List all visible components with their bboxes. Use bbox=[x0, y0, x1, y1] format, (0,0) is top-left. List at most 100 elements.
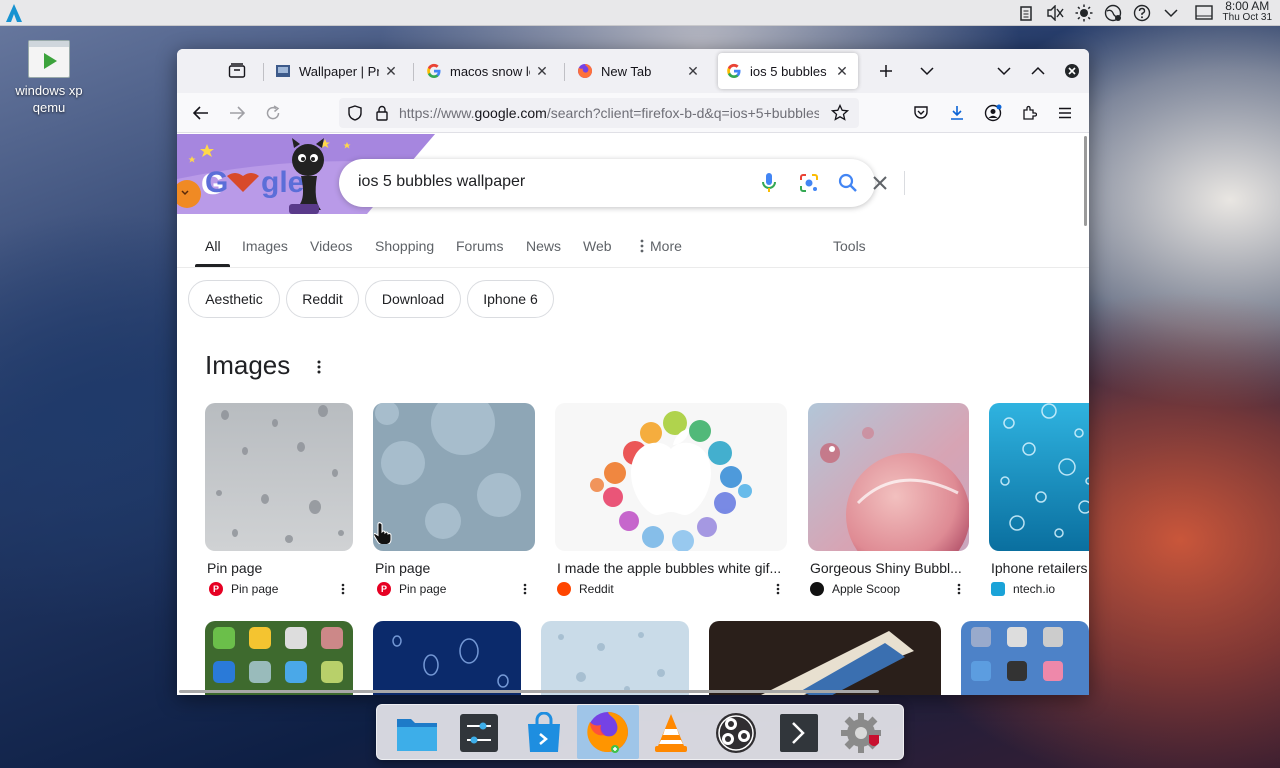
maximize-button[interactable] bbox=[1026, 59, 1050, 83]
extensions-icon[interactable] bbox=[1017, 101, 1041, 125]
network-icon[interactable] bbox=[1103, 3, 1123, 23]
downloads-icon[interactable] bbox=[945, 101, 969, 125]
tab-shopping[interactable]: Shopping bbox=[375, 238, 434, 254]
search-box[interactable]: ios 5 bubbles wallpaper bbox=[339, 159, 905, 207]
tab-more-label: More bbox=[650, 238, 682, 254]
google-results-page: G G gle ios 5 bubbles wallpaper All Imag… bbox=[177, 134, 1089, 695]
image-result-thumbnail[interactable] bbox=[989, 403, 1089, 551]
images-section-title: Images bbox=[205, 350, 291, 380]
settings-gear-icon[interactable] bbox=[837, 709, 885, 757]
image-result-source[interactable]: ntech.io bbox=[991, 582, 1055, 596]
tab-videos[interactable]: Videos bbox=[310, 238, 353, 254]
window-icon[interactable] bbox=[1194, 3, 1214, 23]
more-vert-icon[interactable] bbox=[338, 580, 348, 598]
more-vert-icon[interactable] bbox=[520, 580, 530, 598]
image-result-source[interactable]: Reddit bbox=[557, 582, 614, 596]
image-result-thumbnail[interactable] bbox=[709, 621, 941, 695]
firefox-view-icon[interactable] bbox=[225, 59, 249, 83]
close-tab-icon[interactable]: ✕ bbox=[834, 63, 850, 80]
new-tab-button[interactable] bbox=[874, 59, 898, 83]
image-result-thumbnail[interactable] bbox=[373, 403, 535, 551]
image-result-title[interactable]: Iphone retailers bbox=[991, 560, 1089, 576]
tab-tools[interactable]: Tools bbox=[833, 238, 866, 254]
image-result-thumbnail[interactable] bbox=[541, 621, 689, 695]
firefox-icon[interactable] bbox=[577, 705, 639, 759]
search-query[interactable]: ios 5 bubbles wallpaper bbox=[358, 173, 525, 191]
bookmark-star-icon[interactable] bbox=[830, 103, 850, 127]
vertical-scrollbar[interactable] bbox=[1083, 134, 1089, 695]
image-result-source[interactable]: P Pin page bbox=[377, 582, 446, 596]
tab-new-tab[interactable]: New Tab ✕ bbox=[569, 53, 709, 89]
more-vert-icon[interactable] bbox=[773, 580, 783, 598]
tracking-protection-icon[interactable] bbox=[347, 105, 363, 126]
hamburger-menu-icon[interactable] bbox=[1053, 101, 1077, 125]
tab-images[interactable]: Images bbox=[242, 238, 288, 254]
tab-more[interactable]: More bbox=[640, 238, 682, 254]
account-icon[interactable] bbox=[981, 101, 1005, 125]
forward-button[interactable] bbox=[225, 101, 249, 125]
clear-search-icon[interactable] bbox=[868, 171, 892, 195]
horizontal-scrollbar[interactable] bbox=[179, 690, 879, 693]
reload-button[interactable] bbox=[261, 101, 285, 125]
volume-muted-icon[interactable] bbox=[1045, 3, 1065, 23]
image-result-thumbnail[interactable] bbox=[808, 403, 969, 551]
close-tab-icon[interactable]: ✕ bbox=[685, 63, 701, 80]
more-vert-icon[interactable] bbox=[954, 580, 964, 598]
clipboard-icon[interactable] bbox=[1016, 3, 1036, 23]
image-result-source[interactable]: Apple Scoop bbox=[810, 582, 900, 596]
help-icon[interactable] bbox=[1132, 3, 1152, 23]
desktop-icon-label-line2: qemu bbox=[32, 100, 66, 115]
chevron-down-icon[interactable] bbox=[1161, 3, 1181, 23]
tab-title: New Tab bbox=[601, 63, 652, 79]
chip-reddit[interactable]: Reddit bbox=[286, 280, 359, 318]
ntech-icon bbox=[991, 582, 1005, 596]
obs-icon[interactable] bbox=[712, 709, 760, 757]
file-manager-icon[interactable] bbox=[393, 709, 441, 757]
tab-macos-snow[interactable]: macos snow le ✕ bbox=[418, 53, 558, 89]
address-bar[interactable]: https://www.google.com/search?client=fir… bbox=[339, 98, 859, 128]
image-result-title[interactable]: I made the apple bubbles white gif... bbox=[557, 560, 787, 576]
list-all-tabs-button[interactable] bbox=[915, 59, 939, 83]
brightness-icon[interactable] bbox=[1074, 3, 1094, 23]
clock-time: 8:00 AM bbox=[1225, 0, 1270, 13]
image-result-thumbnail[interactable] bbox=[373, 621, 521, 695]
voice-search-icon[interactable] bbox=[757, 171, 781, 195]
tab-title: ios 5 bubbles w bbox=[750, 63, 830, 79]
app-store-icon[interactable] bbox=[520, 709, 568, 757]
close-tab-icon[interactable]: ✕ bbox=[534, 63, 550, 80]
chip-iphone-6[interactable]: Iphone 6 bbox=[467, 280, 554, 318]
terminal-icon[interactable] bbox=[775, 709, 823, 757]
system-settings-icon[interactable] bbox=[455, 709, 503, 757]
vlc-icon[interactable] bbox=[647, 709, 695, 757]
close-window-button[interactable] bbox=[1060, 59, 1084, 83]
clock[interactable]: 8:00 AM Thu Oct 31 bbox=[1223, 0, 1272, 23]
image-result-thumbnail[interactable] bbox=[961, 621, 1089, 695]
tab-title: macos snow le bbox=[450, 63, 530, 79]
image-result-title[interactable]: Pin page bbox=[375, 560, 535, 576]
app-launcher-icon[interactable] bbox=[4, 3, 24, 23]
image-result-thumbnail[interactable] bbox=[205, 403, 353, 551]
tab-all[interactable]: All bbox=[205, 238, 221, 254]
tab-news[interactable]: News bbox=[526, 238, 561, 254]
back-button[interactable] bbox=[189, 101, 213, 125]
image-result-thumbnail[interactable] bbox=[205, 621, 353, 695]
more-vert-icon[interactable] bbox=[311, 356, 327, 378]
image-result-title[interactable]: Pin page bbox=[207, 560, 353, 576]
minimize-button[interactable] bbox=[992, 59, 1016, 83]
tab-forums[interactable]: Forums bbox=[456, 238, 503, 254]
chip-download[interactable]: Download bbox=[365, 280, 461, 318]
close-tab-icon[interactable]: ✕ bbox=[383, 63, 399, 80]
image-result-title[interactable]: Gorgeous Shiny Bubbl... bbox=[810, 560, 969, 576]
lock-icon[interactable] bbox=[375, 105, 389, 126]
image-result-source-label: Reddit bbox=[579, 582, 614, 596]
search-icon[interactable] bbox=[836, 171, 860, 195]
chip-aesthetic[interactable]: Aesthetic bbox=[188, 280, 280, 318]
pocket-icon[interactable] bbox=[909, 101, 933, 125]
desktop-icon-windows-xp-qemu[interactable]: windows xp qemu bbox=[8, 38, 90, 116]
image-result-thumbnail[interactable] bbox=[555, 403, 787, 551]
tab-wallpaper[interactable]: Wallpaper | Pr ✕ bbox=[267, 53, 407, 89]
lens-search-icon[interactable] bbox=[797, 171, 821, 195]
tab-ios5-bubbles[interactable]: ios 5 bubbles w ✕ bbox=[718, 53, 858, 89]
image-result-source[interactable]: P Pin page bbox=[209, 582, 278, 596]
tab-web[interactable]: Web bbox=[583, 238, 612, 254]
